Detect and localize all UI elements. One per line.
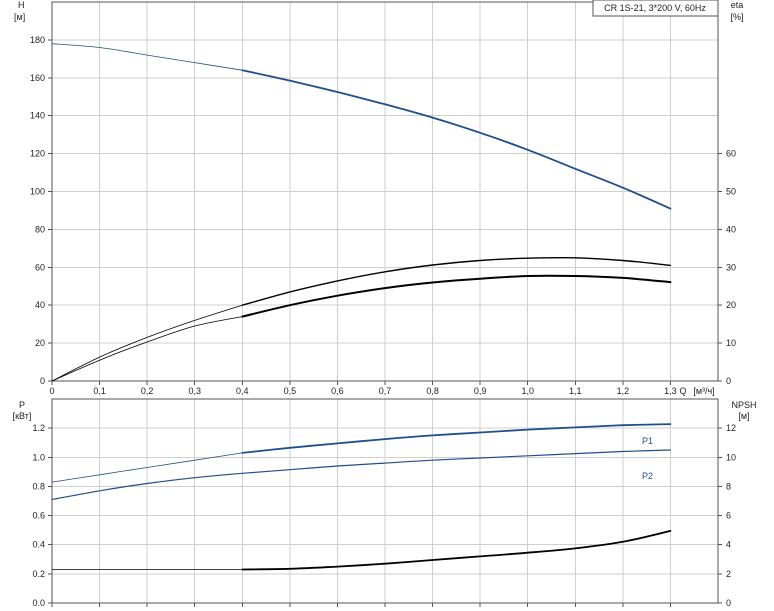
x-tick-label: 0,2 [141, 386, 154, 396]
left-tick-label: 40 [35, 300, 45, 310]
right-tick-label: 30 [726, 262, 736, 272]
head-series-1-curve [241, 256, 672, 306]
right-tick-label: 0 [726, 376, 731, 386]
eta-axis-label: eta [731, 0, 744, 10]
x-tick-label: 0,8 [426, 386, 439, 396]
head-series-0-curve [241, 69, 672, 210]
left-tick-label: 20 [35, 338, 45, 348]
power-axis-label: P [19, 400, 25, 410]
left-tick-label: 120 [30, 149, 45, 159]
left-tick-label: 1.0 [32, 452, 45, 462]
x-tick-label: 0,7 [379, 386, 392, 396]
pump-performance-chart: 02040608010012014016018001020304050600 0,… [13, 0, 757, 608]
left-tick-label: 1.2 [32, 423, 45, 433]
x-tick-label: 1,2 [617, 386, 630, 396]
left-tick-label: 0.4 [32, 540, 45, 550]
right-tick-label: 10 [726, 338, 736, 348]
power-npsh-panel: 0.0 0.2 0.4 0.6 0.8 1.0 1.2 0 2 4 6 8 10 12 [32, 398, 736, 608]
left-tick-label: 0.2 [32, 569, 45, 579]
right-tick-label: 60 [726, 149, 736, 159]
left-tick-label: 160 [30, 73, 45, 83]
chart-title-box: CR 1S-21, 3*200 V, 60Hz [592, 0, 719, 17]
head-series-2-curve [241, 274, 672, 318]
x-tick-label: 0,9 [474, 386, 487, 396]
right-tick-label: 10 [726, 452, 736, 462]
power-series-2-curve [241, 530, 672, 571]
right-tick-label: 50 [726, 187, 736, 197]
right-tick-label: 8 [726, 481, 731, 491]
head-axis-unit: [м] [14, 12, 25, 22]
power-axis-unit: [кВт] [13, 411, 32, 421]
right-tick-label: 0 [726, 598, 731, 608]
x-tick-label: 0,5 [284, 386, 297, 396]
right-tick-label: 12 [726, 423, 736, 433]
x-tick-label: 0,6 [331, 386, 344, 396]
left-tick-label: 140 [30, 111, 45, 121]
left-tick-label: 0.8 [32, 481, 45, 491]
npsh-axis-label: NPSH [731, 400, 756, 410]
npsh-axis-unit: [м] [738, 411, 749, 421]
left-tick-label: 100 [30, 187, 45, 197]
x-tick-label: 0,3 [188, 386, 201, 396]
x-tick-label: 0,4 [236, 386, 249, 396]
left-tick-label: 80 [35, 224, 45, 234]
right-tick-label: 40 [726, 224, 736, 234]
head-efficiency-panel: 0 20 40 60 80 100 120 140 160 180 0 10 20 30 40 50 60 0 0,… [30, 1, 736, 396]
x-tick-label: 1,0 [521, 386, 534, 396]
p1-series-label: P1 [642, 436, 653, 446]
eta-axis-unit: [%] [730, 12, 743, 22]
right-tick-label: 2 [726, 569, 731, 579]
chart-title: CR 1S-21, 3*200 V, 60Hz [604, 3, 706, 13]
p2-series-label: P2 [642, 471, 653, 481]
left-tick-label: 180 [30, 35, 45, 45]
head-axis-label: H [18, 0, 25, 10]
right-tick-label: 6 [726, 511, 731, 521]
q-axis-unit: [м³/ч] [693, 386, 714, 396]
x-tick-label: 0,1 [93, 386, 106, 396]
x-tick-label: 1,1 [569, 386, 582, 396]
left-tick-label: 0.6 [32, 511, 45, 521]
x-tick-label: 1,3 [664, 386, 677, 396]
x-tick-label: 0 [49, 386, 54, 396]
left-tick-label: 0 [40, 376, 45, 386]
left-tick-label: 60 [35, 262, 45, 272]
right-tick-label: 20 [726, 300, 736, 310]
q-axis-label: Q [679, 386, 686, 396]
left-tick-label: 0.0 [32, 598, 45, 608]
right-tick-label: 4 [726, 540, 731, 550]
